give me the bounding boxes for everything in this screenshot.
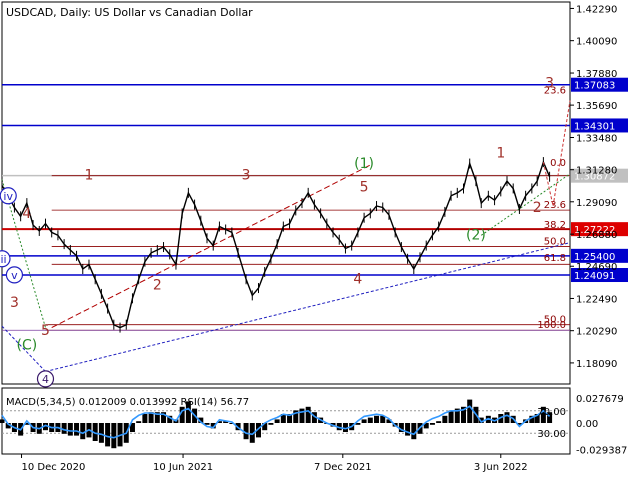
- price-tick-label: 1.33480: [576, 133, 617, 144]
- wave-label-circled: 4: [42, 373, 49, 386]
- date-tick-label: 3 Jun 2022: [474, 462, 528, 473]
- date-tick-label: 7 Dec 2021: [314, 462, 372, 473]
- wave-label-red: 3: [10, 295, 19, 311]
- date-tick-label: 10 Jun 2021: [153, 462, 213, 473]
- price-tick-label: 1.22490: [576, 294, 617, 305]
- macd-tick-label: 0.027679: [576, 394, 624, 405]
- wave-label-circled: iv: [3, 190, 13, 203]
- macd-tick-label: 0.00: [576, 419, 598, 430]
- rsi-tick-label: 70.00: [537, 407, 566, 418]
- wave-label-red: 2: [153, 278, 162, 294]
- macd-histogram-bar: [361, 419, 367, 423]
- wave-label-green: (C): [16, 338, 37, 354]
- level-label: 1.37083: [574, 81, 615, 92]
- date-axis: 10 Dec 2020 10 Jun 2021 7 Dec 2021 3 Jun 20…: [21, 454, 528, 473]
- macd-histogram-bar: [411, 423, 417, 440]
- wave-label-circled: v: [11, 269, 18, 282]
- price-tick-label: 1.18090: [576, 359, 617, 370]
- fib-label: 50.0: [544, 236, 566, 247]
- wave-label-green: (1): [354, 156, 374, 172]
- price-tick-label: 1.31280: [576, 166, 617, 177]
- macd-histogram-bar: [467, 399, 473, 423]
- wave-label-red: 5: [41, 323, 50, 339]
- price-tick-label: 1.35690: [576, 101, 617, 112]
- wave-label-circled: iii: [0, 253, 7, 266]
- main-plot-frame: [1, 1, 571, 385]
- price-tick-label: 1.29090: [576, 198, 617, 209]
- chart-title: USDCAD, Daily: US Dollar vs Canadian Dol…: [6, 6, 253, 19]
- macd-histogram-bar: [74, 423, 80, 436]
- macd-histogram-bar: [448, 410, 454, 423]
- price-tick-label: 1.37880: [576, 69, 617, 80]
- price-tick-label: 1.20290: [576, 327, 617, 338]
- fib-label: 23.6: [544, 200, 566, 211]
- fib-label: 100.0: [537, 320, 566, 331]
- macd-histogram-bar: [299, 408, 305, 423]
- fib-label: 38.2: [544, 220, 566, 231]
- macd-histogram-bar: [436, 421, 442, 423]
- macd-histogram-bar: [80, 423, 86, 440]
- price-tick-label: 1.40090: [576, 37, 617, 48]
- fib-label: 0.0: [550, 158, 566, 169]
- macd-histogram-bar: [268, 423, 274, 425]
- price-tick-label: 1.24690: [576, 262, 617, 273]
- price-tick-label: 1.42290: [576, 4, 617, 15]
- indicator-label: MACD(5,34,5) 0.012009 0.013992 RSI(14) 5…: [6, 397, 249, 408]
- wave-label-red: 4: [22, 206, 31, 222]
- macd-histogram-bar: [305, 406, 311, 423]
- macd-histogram-bar: [274, 419, 280, 423]
- wave-label-red: 2: [533, 200, 542, 216]
- macd-histogram-bar: [429, 423, 435, 425]
- wave-label-green: (2): [466, 228, 486, 244]
- macd-histogram-bar: [504, 412, 510, 423]
- level-label: 1.34301: [574, 121, 615, 132]
- macd-histogram-bar: [405, 423, 411, 436]
- wave-label-red: 3: [242, 168, 251, 184]
- rsi-tick-label: 30.00: [537, 429, 566, 440]
- date-tick-label: 10 Dec 2020: [22, 462, 86, 473]
- macd-histogram-bar: [367, 417, 373, 423]
- wave-label-red: 4: [353, 272, 362, 288]
- macd-histogram-bar: [105, 423, 111, 447]
- macd-histogram-bar: [67, 423, 73, 436]
- price-tick-label: 1.26880: [576, 230, 617, 241]
- macd-histogram-bar: [442, 415, 448, 423]
- chart-root: 1.37083 1.34301 1.30872 1.27222 1.25400 1.240…: [0, 0, 640, 480]
- macd-histogram-bar: [374, 415, 380, 423]
- macd-histogram-bar: [98, 423, 104, 443]
- wave-label-red: 1: [496, 146, 505, 162]
- macd-histogram-bar: [142, 414, 148, 423]
- price-axis: 1.42290 1.40090 1.37880 1.35690 1.33480 1.312…: [570, 4, 617, 370]
- wave-label-red: 1: [85, 168, 94, 184]
- wave-label-red: 3: [545, 75, 554, 91]
- level-label: 1.25400: [574, 252, 615, 263]
- fib-label: 61.8: [544, 253, 566, 264]
- wave-label-red: 5: [360, 179, 369, 195]
- macd-histogram-bar: [0, 419, 5, 423]
- macd-tick-label: -0.029387: [576, 445, 627, 456]
- price-chart: 1.370831.343011.308721.272221.254001.240…: [0, 1, 628, 473]
- macd-histogram-bar: [111, 423, 117, 449]
- macd-histogram-bar: [136, 421, 142, 423]
